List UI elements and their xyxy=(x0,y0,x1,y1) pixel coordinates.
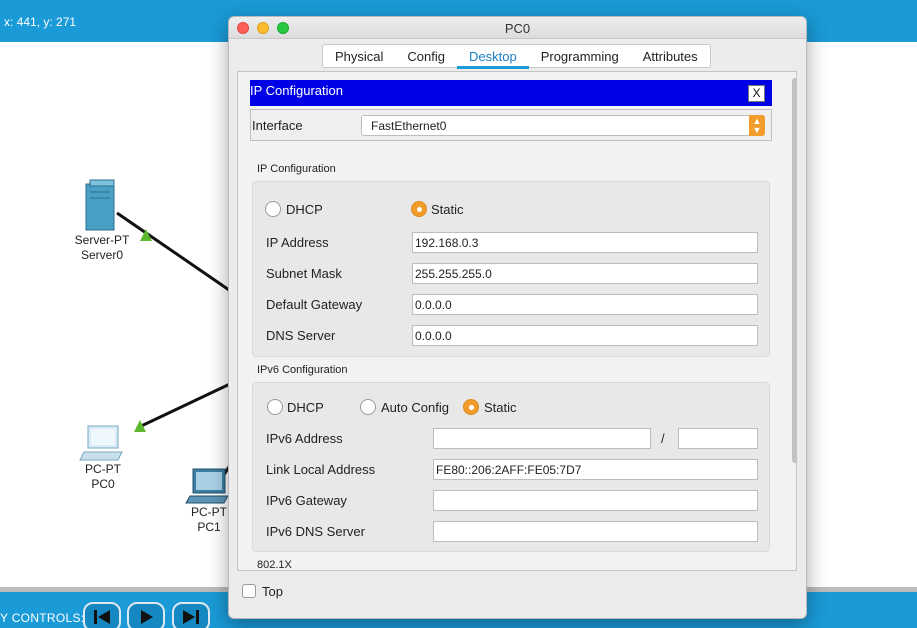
title-bar[interactable]: PC0 xyxy=(229,17,806,39)
ipv6-auto-config-radio[interactable] xyxy=(360,399,376,415)
ipv6-dhcp-radio[interactable] xyxy=(267,399,283,415)
ipv4-dhcp-radio[interactable] xyxy=(265,201,281,217)
server0-type: Server-PT xyxy=(74,233,130,247)
chevron-updown-icon: ▲ ▼ xyxy=(749,115,765,136)
interface-select-value: FastEthernet0 xyxy=(371,119,447,133)
dns-server-input[interactable]: 0.0.0.0 xyxy=(412,325,758,346)
ipv6-prefix-input[interactable] xyxy=(678,428,758,449)
ipv6-address-label: IPv6 Address xyxy=(266,431,343,446)
interface-select[interactable]: FastEthernet0 ▲ ▼ xyxy=(361,115,765,136)
top-checkbox[interactable] xyxy=(242,584,256,598)
pc0-name: PC0 xyxy=(91,477,115,491)
ip-config-header-title: IP Configuration xyxy=(250,83,343,98)
ipv4-section: DHCP Static IP Address 192.168.0.3 Subne… xyxy=(252,181,770,357)
tab-bar: Physical Config Desktop Programming Attr… xyxy=(322,44,711,69)
link-pc0 xyxy=(136,381,233,430)
ipv4-static-radio[interactable] xyxy=(411,201,427,217)
link-local-address-label: Link Local Address xyxy=(266,462,376,477)
ipv4-section-title: IP Configuration xyxy=(257,163,336,175)
tab-programming[interactable]: Programming xyxy=(529,45,631,67)
subnet-mask-label: Subnet Mask xyxy=(266,266,342,281)
top-label: Top xyxy=(262,584,283,599)
link-local-address-input[interactable]: FE80::206:2AFF:FE05:7D7 xyxy=(433,459,758,480)
back-button[interactable] xyxy=(83,602,121,628)
tab-physical[interactable]: Physical xyxy=(323,45,395,67)
tab-attributes[interactable]: Attributes xyxy=(631,45,710,67)
server0-name: Server0 xyxy=(80,248,124,262)
interface-label: Interface xyxy=(252,118,303,133)
ipv4-dhcp-label: DHCP xyxy=(286,202,323,217)
ipv6-dns-server-label: IPv6 DNS Server xyxy=(266,524,365,539)
panel-scrollbar[interactable] xyxy=(791,74,796,568)
ip-address-input[interactable]: 192.168.0.3 xyxy=(412,232,758,253)
pc0-window: PC0 Physical Config Desktop Programming … xyxy=(228,16,807,619)
ipv6-gateway-label: IPv6 Gateway xyxy=(266,493,347,508)
server0-label: Server-PT Server0 xyxy=(68,233,136,263)
subnet-mask-input[interactable]: 255.255.255.0 xyxy=(412,263,758,284)
ipv6-auto-config-label: Auto Config xyxy=(381,400,449,415)
tab-config[interactable]: Config xyxy=(395,45,457,67)
pc1-icon[interactable] xyxy=(185,468,229,504)
window-title: PC0 xyxy=(504,21,531,36)
ipv6-address-input[interactable] xyxy=(433,428,651,449)
interface-row: Interface FastEthernet0 ▲ ▼ xyxy=(250,109,772,141)
ipv4-static-label: Static xyxy=(431,202,464,217)
ip-config-header: IP Configuration X xyxy=(250,80,772,106)
pc0-type: PC-PT xyxy=(85,462,121,476)
ip-configuration-panel: IP Configuration X Interface FastEtherne… xyxy=(237,71,797,571)
server-icon[interactable] xyxy=(85,179,115,231)
ipv6-section-title: IPv6 Configuration xyxy=(257,364,348,376)
skip-forward-icon xyxy=(183,610,199,624)
tab-desktop[interactable]: Desktop xyxy=(457,45,529,69)
ipv6-static-radio[interactable] xyxy=(463,399,479,415)
controls-label: Y CONTROLS: xyxy=(0,611,85,625)
ipv6-prefix-separator: / xyxy=(661,431,665,446)
forward-button[interactable] xyxy=(172,602,210,628)
ipv6-section: DHCP Auto Config Static IPv6 Address / L… xyxy=(252,382,770,552)
default-gateway-label: Default Gateway xyxy=(266,297,363,312)
ip-address-label: IP Address xyxy=(266,235,329,250)
ipv6-dhcp-label: DHCP xyxy=(287,400,324,415)
default-gateway-input[interactable]: 0.0.0.0 xyxy=(412,294,758,315)
pc0-icon[interactable] xyxy=(79,425,123,461)
ipv6-gateway-input[interactable] xyxy=(433,490,758,511)
play-button[interactable] xyxy=(127,602,165,628)
ipv6-dns-server-input[interactable] xyxy=(433,521,758,542)
dns-server-label: DNS Server xyxy=(266,328,336,343)
close-ip-config-button[interactable]: X xyxy=(748,85,765,102)
panel-scroll-thumb[interactable] xyxy=(792,78,796,463)
skip-back-icon xyxy=(94,610,110,624)
pc0-label: PC-PT PC0 xyxy=(74,462,132,492)
play-icon xyxy=(141,610,153,624)
dot1x-section-title: 802.1X xyxy=(257,559,292,571)
ipv6-static-label: Static xyxy=(484,400,517,415)
